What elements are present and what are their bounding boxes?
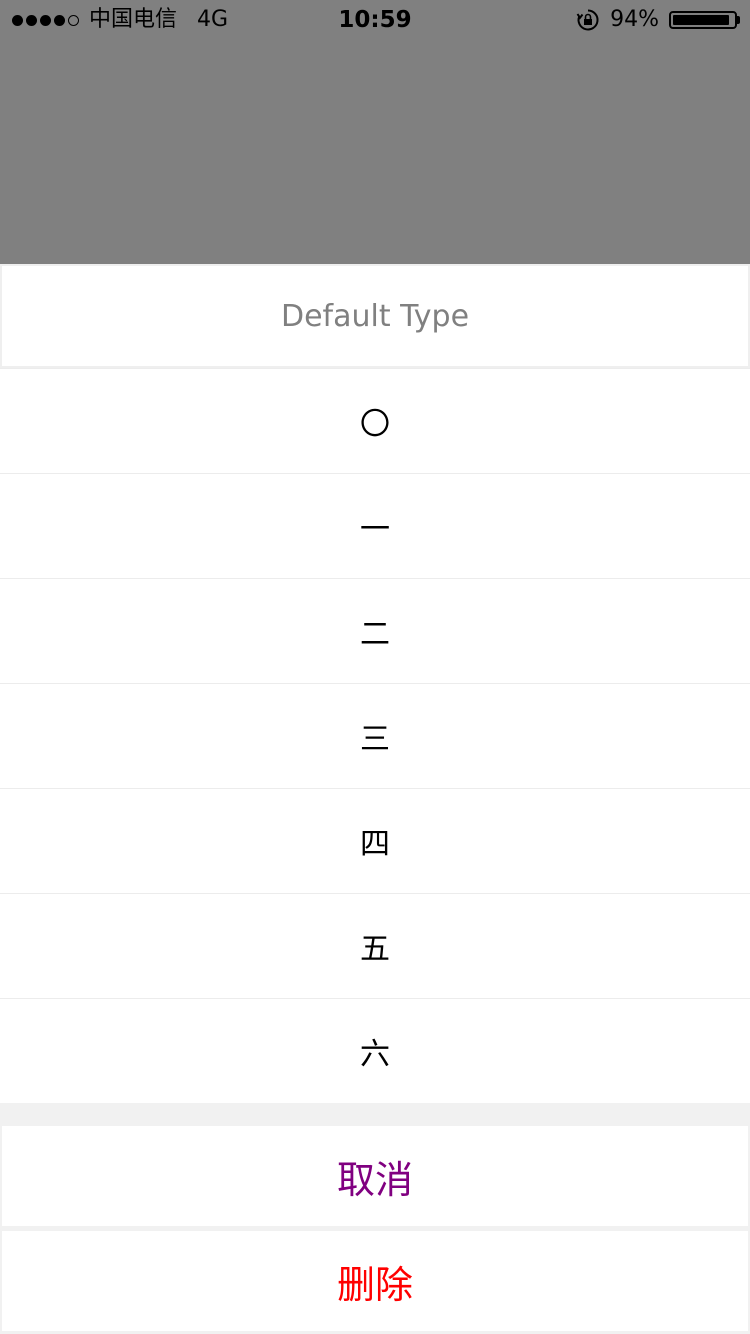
battery-icon [669, 11, 740, 29]
rotation-lock-icon [576, 9, 599, 31]
option-six[interactable]: 六 [0, 998, 750, 1103]
action-sheet: Default Type 〇 一 二 三 四 五 六 取消 删除 [0, 264, 750, 1334]
option-three[interactable]: 三 [0, 683, 750, 788]
option-zero[interactable]: 〇 [0, 368, 750, 473]
option-two[interactable]: 二 [0, 578, 750, 683]
option-five[interactable]: 五 [0, 893, 750, 998]
sheet-title: Default Type [0, 264, 750, 368]
status-right: 94% [576, 6, 740, 34]
status-bar: 中国电信 4G 10:59 94% [0, 0, 750, 40]
battery-level [673, 15, 730, 25]
battery-percent: 94% [610, 7, 659, 32]
cancel-button[interactable]: 取消 [2, 1126, 748, 1226]
option-four[interactable]: 四 [0, 788, 750, 893]
delete-button[interactable]: 删除 [2, 1231, 748, 1331]
option-one[interactable]: 一 [0, 473, 750, 578]
